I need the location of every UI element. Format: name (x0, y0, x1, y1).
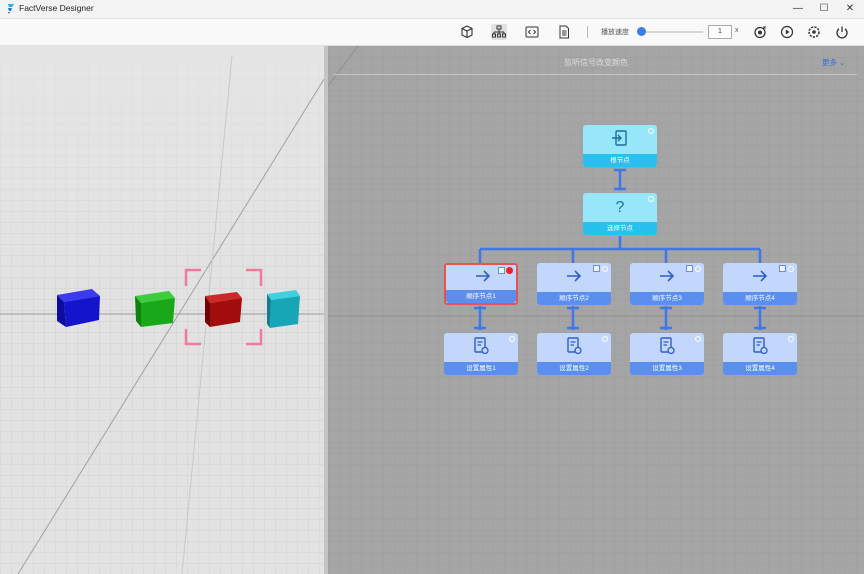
action-node-3[interactable]: 设置属性3 (630, 333, 704, 375)
cube-icon[interactable] (459, 24, 475, 40)
green-cube[interactable] (135, 291, 175, 327)
node-corner-icon (788, 336, 794, 342)
enter-icon (583, 128, 657, 150)
app-logo-icon (8, 4, 14, 14)
settings-icon[interactable] (806, 24, 822, 40)
svg-text:?: ? (616, 199, 625, 216)
sequence-node-1[interactable]: 顺序节点1 (444, 263, 518, 305)
sequence-node-label: 顺序节点3 (630, 292, 704, 305)
scene-viewport[interactable] (0, 46, 326, 574)
playback-speed-label: 播放速度 (601, 29, 629, 36)
action-node-label: 设置属性4 (723, 362, 797, 375)
node-settings-icon[interactable] (593, 265, 600, 272)
node-corner-icon (602, 336, 608, 342)
close-button[interactable]: ✕ (840, 2, 860, 16)
action-node-label: 设置属性1 (444, 362, 518, 375)
tree-icon[interactable] (491, 24, 507, 40)
property-settings-icon (630, 336, 704, 358)
title-bar: FactVerse Designer — ☐ ✕ (0, 0, 864, 19)
root-node[interactable]: 根节点 (583, 125, 657, 167)
property-settings-icon (444, 336, 518, 358)
node-corner-icon (695, 336, 701, 342)
toolbar: 播放速度 1 x (0, 19, 864, 46)
node-corner-icon (788, 266, 794, 272)
record-icon[interactable] (752, 24, 768, 40)
sequence-node-4[interactable]: 顺序节点4 (723, 263, 797, 305)
red-cube[interactable] (205, 292, 242, 327)
behavior-tree-panel: 监听信号改变颜色 更多 ⌄ 根节点 ? 选择节点 顺序节点1 顺序节点2 顺序节… (328, 46, 864, 574)
node-settings-icon[interactable] (498, 267, 505, 274)
action-node-2[interactable]: 设置属性2 (537, 333, 611, 375)
node-corner-icon (648, 196, 654, 202)
scene-grid (0, 46, 326, 574)
question-icon: ? (583, 196, 657, 218)
action-node-label: 设置属性2 (537, 362, 611, 375)
action-node-4[interactable]: 设置属性4 (723, 333, 797, 375)
node-corner-icon (695, 266, 701, 272)
node-corner-icon (648, 128, 654, 134)
speed-input[interactable]: 1 (708, 25, 732, 39)
speed-slider-thumb[interactable] (637, 27, 646, 36)
action-node-1[interactable]: 设置属性1 (444, 333, 518, 375)
node-settings-icon[interactable] (779, 265, 786, 272)
window-title: FactVerse Designer (19, 3, 94, 13)
node-corner-icon (602, 266, 608, 272)
node-corner-icon (509, 336, 515, 342)
active-indicator-icon (506, 267, 513, 274)
property-settings-icon (723, 336, 797, 358)
power-icon[interactable] (834, 24, 850, 40)
speed-slider-track[interactable] (641, 31, 703, 33)
selector-node[interactable]: ? 选择节点 (583, 193, 657, 235)
minimize-button[interactable]: — (788, 2, 808, 16)
property-settings-icon (537, 336, 611, 358)
toolbar-separator (587, 26, 588, 38)
document-icon[interactable] (556, 24, 572, 40)
sequence-node-3[interactable]: 顺序节点3 (630, 263, 704, 305)
sequence-node-label: 顺序节点4 (723, 292, 797, 305)
action-node-label: 设置属性3 (630, 362, 704, 375)
node-settings-icon[interactable] (686, 265, 693, 272)
cyan-cube[interactable] (267, 290, 300, 328)
maximize-button[interactable]: ☐ (814, 2, 834, 16)
sequence-node-label: 顺序节点1 (446, 290, 516, 303)
sequence-node-label: 顺序节点2 (537, 292, 611, 305)
root-node-label: 根节点 (583, 154, 657, 167)
speed-unit: x (735, 27, 739, 34)
code-icon[interactable] (524, 24, 540, 40)
play-icon[interactable] (779, 24, 795, 40)
selector-node-label: 选择节点 (583, 222, 657, 235)
sequence-node-2[interactable]: 顺序节点2 (537, 263, 611, 305)
